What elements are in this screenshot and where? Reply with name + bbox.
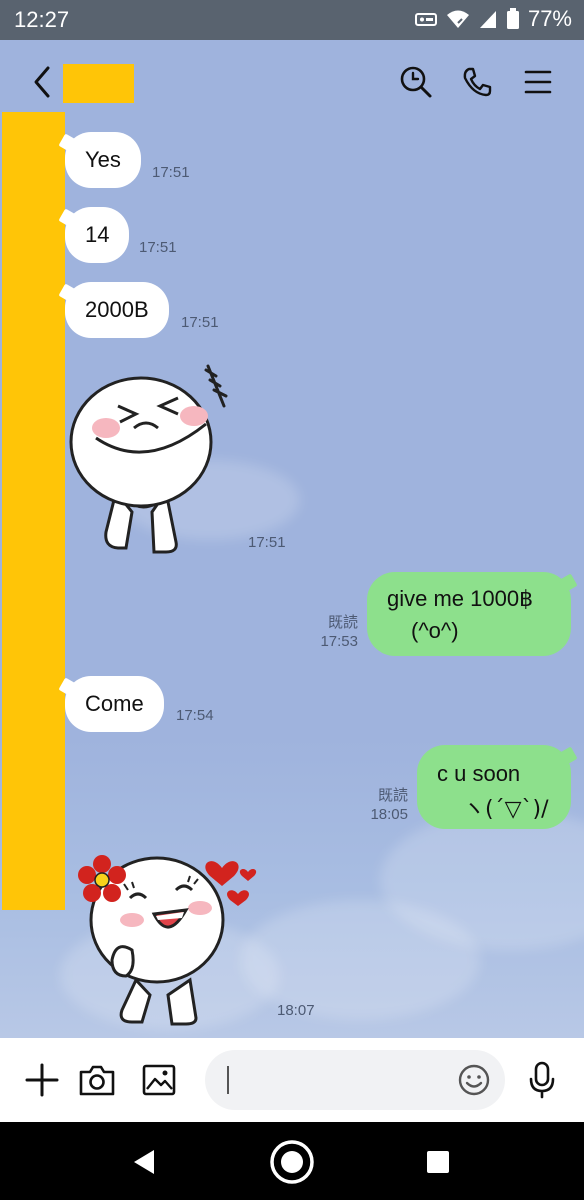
battery-level: 77% [527,6,572,31]
nav-back-button[interactable] [120,1138,168,1186]
nav-recents-button[interactable] [414,1138,462,1186]
camera-button[interactable] [77,1060,117,1100]
battery-icon [506,8,520,30]
message-text: Come [85,691,144,716]
signal-icon [478,9,498,29]
message-bubble-incoming[interactable]: Come [65,676,164,732]
menu-button[interactable] [520,64,556,100]
emoji-button[interactable] [457,1063,491,1101]
message-time: 18:07 [277,1002,315,1019]
laughing-sticker-image [69,364,228,554]
message-bubble-incoming[interactable]: 2000B [65,282,169,338]
message-bubble-outgoing[interactable]: give me 1000฿ (^o^) [367,572,571,656]
image-icon [142,1064,176,1096]
menu-icon [524,70,552,94]
square-recents-icon [427,1151,449,1173]
vpn-icon [414,9,438,29]
sticker-laughing[interactable] [66,362,241,557]
message-text-line2: ヽ(´▽`)/ [463,797,549,822]
add-button[interactable] [22,1060,62,1100]
wifi-icon [446,9,470,29]
message-time: 17:51 [139,239,177,256]
circle-home-icon [270,1140,314,1184]
redacted-avatar-column [2,112,65,910]
gallery-button[interactable] [139,1060,179,1100]
status-time: 12:27 [14,7,70,32]
message-time: 17:54 [176,707,214,724]
message-time: 17:51 [181,314,219,331]
message-input[interactable] [205,1050,505,1110]
message-bubble-outgoing[interactable]: c u soon ヽ(´▽`)/ [417,745,571,829]
message-text-line1: c u soon [437,761,521,786]
microphone-icon [529,1061,555,1099]
status-bar: 12:27 77% [0,0,584,40]
nav-home-button[interactable] [268,1138,316,1186]
emoji-icon [458,1064,490,1096]
message-text-line1: give me 1000฿ [387,586,534,611]
message-bubble-incoming[interactable]: 14 [65,207,130,263]
message-text-line2: (^o^) [411,618,459,643]
message-time: 18:05 [370,806,408,823]
triangle-back-icon [134,1150,154,1174]
phone-icon [463,67,492,97]
message-text: Yes [85,147,121,172]
redacted-contact-name [63,64,134,103]
read-receipt: 既読 18:05 [360,786,408,824]
chevron-left-icon [34,66,50,98]
message-bubble-incoming[interactable]: Yes [65,132,141,188]
read-label: 既読 [327,614,358,631]
camera-icon [79,1065,115,1096]
message-time: 17:51 [248,534,286,551]
message-time: 17:51 [152,164,190,181]
message-text: 2000B [85,297,149,322]
plus-icon [25,1063,59,1097]
system-navigation-bar [0,1122,584,1200]
clock-history-icon [400,66,432,98]
read-label: 既読 [377,787,408,804]
happy-flower-sticker-image [78,855,257,1026]
read-receipt: 既読 17:53 [310,613,358,651]
sticker-happy-flower[interactable] [72,850,262,1028]
status-icons: 77% [414,6,572,32]
voice-button[interactable] [522,1060,562,1100]
message-input-bar [0,1038,584,1122]
message-time: 17:53 [320,633,358,650]
text-caret [227,1066,229,1094]
back-button[interactable] [24,64,60,100]
call-button[interactable] [459,64,495,100]
message-text: 14 [85,222,110,247]
history-button[interactable] [398,64,434,100]
